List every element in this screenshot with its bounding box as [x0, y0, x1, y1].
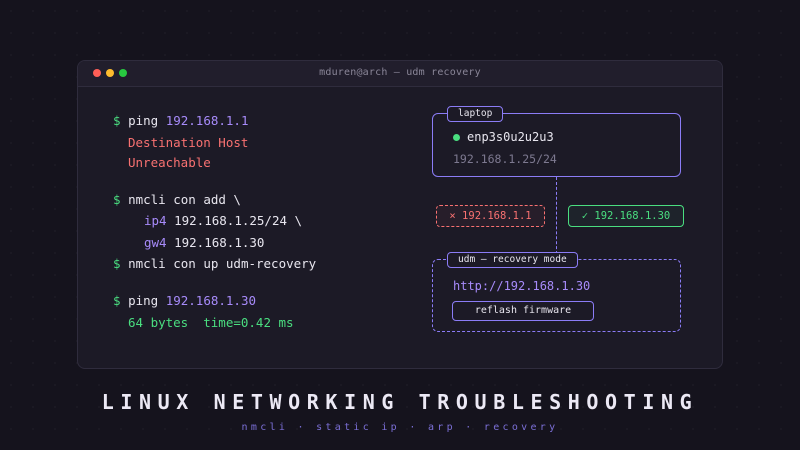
- terminal-line-gw4-arg: gw4 192.168.1.30: [144, 235, 264, 251]
- command-text: nmcli con add \: [128, 192, 241, 207]
- error-output-line-2: Unreachable: [128, 155, 211, 170]
- flag-text: ip4: [144, 213, 167, 228]
- prompt-symbol: $: [113, 192, 121, 207]
- terminal-line-nmcli-add: $ nmcli con add \: [113, 192, 241, 208]
- ip-address: 192.168.1.1: [165, 113, 249, 128]
- prompt-symbol: $: [113, 256, 121, 271]
- command-text: ping: [128, 293, 159, 308]
- udm-tag: udm — recovery mode: [447, 252, 578, 268]
- ip-address: 192.168.1.30: [165, 293, 257, 308]
- page-subtitle: nmcli · static ip · arp · recovery: [241, 422, 559, 433]
- laptop-node: [432, 113, 681, 177]
- ping-reply-output: 64 bytes time=0.42 ms: [128, 315, 294, 330]
- prompt-symbol: $: [113, 293, 121, 308]
- flag-text: gw4: [144, 235, 167, 250]
- flag-value: 192.168.1.25/24 \: [174, 213, 303, 228]
- laptop-ip-address: 192.168.1.25/24: [453, 152, 557, 166]
- udm-node: [432, 259, 681, 332]
- interface-name: enp3s0u2u2u3: [467, 130, 554, 144]
- link-up-status-icon: [453, 134, 460, 141]
- command-text: nmcli con up udm-recovery: [128, 256, 317, 271]
- flag-value: 192.168.1.30: [174, 235, 265, 250]
- reachable-route-badge: ✓ 192.168.1.30: [568, 205, 684, 227]
- terminal-line-ip4-arg: ip4 192.168.1.25/24 \: [144, 213, 302, 229]
- error-output-line-1: Destination Host: [128, 135, 249, 150]
- udm-recovery-url[interactable]: http://192.168.1.30: [453, 279, 590, 293]
- command-text: ping: [128, 113, 159, 128]
- page-title: LINUX NETWORKING TROUBLESHOOTING: [101, 390, 699, 414]
- terminal-line-ping-udm: $ ping 192.168.1.30: [113, 293, 256, 309]
- window-title: mduren@arch — udm recovery: [319, 67, 481, 78]
- prompt-symbol: $: [113, 113, 121, 128]
- terminal-line-ping-gateway: $ ping 192.168.1.1: [113, 113, 249, 129]
- reflash-firmware-button[interactable]: reflash firmware: [452, 301, 594, 321]
- terminal-line-nmcli-up: $ nmcli con up udm-recovery: [113, 256, 316, 272]
- unreachable-route-badge: × 192.168.1.1: [436, 205, 545, 227]
- connection-link-line: [556, 177, 557, 259]
- laptop-tag: laptop: [447, 106, 504, 122]
- window-titlebar: mduren@arch — udm recovery: [78, 61, 722, 87]
